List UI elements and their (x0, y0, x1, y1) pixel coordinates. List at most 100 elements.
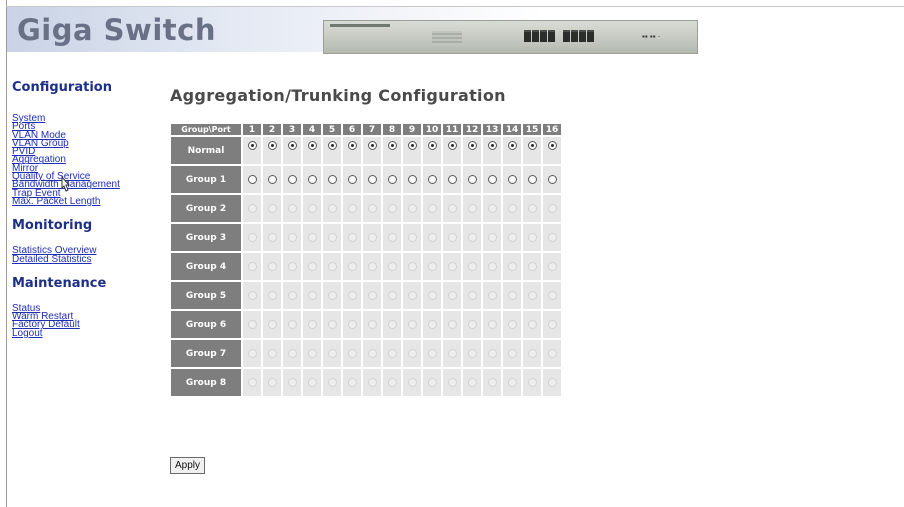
port-radio[interactable] (387, 141, 397, 150)
row-label: Group 3 (171, 224, 241, 251)
grid-cell (463, 369, 481, 396)
grid-cell (403, 311, 421, 338)
port-radio (487, 348, 497, 358)
grid-cell (483, 282, 501, 309)
port-radio (247, 319, 257, 329)
grid-cell (383, 282, 401, 309)
grid-cell (443, 224, 461, 251)
grid-cell (343, 166, 361, 193)
port-radio[interactable] (487, 174, 497, 184)
grid-cell (443, 195, 461, 222)
port-header-7: 7 (363, 124, 381, 135)
sidebar-item-logout[interactable]: Logout (12, 328, 162, 338)
port-radio[interactable] (327, 174, 337, 184)
grid-cell (523, 224, 541, 251)
port-header-10: 10 (423, 124, 441, 135)
port-radio[interactable] (267, 141, 277, 150)
port-radio (547, 261, 557, 271)
grid-cell (443, 311, 461, 338)
nav-section-configuration: Configuration (12, 80, 112, 95)
sidebar-item-detailed-statistics[interactable]: Detailed Statistics (12, 254, 162, 264)
port-radio[interactable] (247, 174, 257, 184)
grid-cell (403, 224, 421, 251)
port-radio (507, 348, 517, 358)
grid-cell (483, 224, 501, 251)
port-radio[interactable] (527, 141, 537, 150)
port-radio[interactable] (347, 141, 357, 150)
port-radio (407, 290, 417, 300)
frame-border-top (6, 6, 904, 7)
grid-cell (543, 224, 561, 251)
port-header-2: 2 (263, 124, 281, 135)
grid-cell (303, 137, 321, 164)
grid-cell (363, 195, 381, 222)
port-radio[interactable] (547, 141, 557, 150)
grid-cell (463, 253, 481, 280)
port-radio[interactable] (327, 141, 337, 150)
port-radio[interactable] (367, 174, 377, 184)
table-row: Group 6 (171, 311, 561, 338)
row-label: Group 5 (171, 282, 241, 309)
sidebar-item-max-packet-length[interactable]: Max. Packet Length (12, 196, 162, 206)
grid-cell (543, 282, 561, 309)
port-radio (507, 232, 517, 242)
port-radio[interactable] (547, 174, 557, 184)
port-radio (267, 232, 277, 242)
port-radio[interactable] (387, 174, 397, 184)
port-radio[interactable] (287, 174, 297, 184)
port-radio[interactable] (347, 174, 357, 184)
port-radio (407, 348, 417, 358)
port-radio[interactable] (407, 174, 417, 184)
grid-cell (243, 137, 261, 164)
port-radio[interactable] (287, 141, 297, 150)
port-radio (547, 290, 557, 300)
port-radio (327, 319, 337, 329)
port-radio (287, 232, 297, 242)
grid-cell (443, 369, 461, 396)
grid-cell (543, 166, 561, 193)
grid-cell (483, 369, 501, 396)
port-radio[interactable] (307, 141, 317, 150)
grid-cell (363, 369, 381, 396)
port-radio (367, 348, 377, 358)
apply-button[interactable]: Apply (170, 457, 206, 474)
port-radio[interactable] (507, 174, 517, 184)
grid-cell (443, 282, 461, 309)
port-radio[interactable] (267, 174, 277, 184)
port-radio[interactable] (507, 141, 517, 150)
grid-cell (343, 282, 361, 309)
port-radio[interactable] (247, 141, 257, 150)
port-radio[interactable] (467, 141, 477, 150)
port-radio[interactable] (367, 141, 377, 150)
port-radio (547, 203, 557, 213)
grid-cell (303, 340, 321, 367)
grid-cell (503, 369, 521, 396)
port-radio (367, 232, 377, 242)
port-radio (507, 319, 517, 329)
port-radio[interactable] (447, 141, 457, 150)
row-label: Normal (171, 137, 241, 164)
row-label: Group 8 (171, 369, 241, 396)
port-radio[interactable] (487, 141, 497, 150)
port-header-11: 11 (443, 124, 461, 135)
port-radio[interactable] (447, 174, 457, 184)
grid-cell (303, 195, 321, 222)
mouse-pointer-icon (61, 176, 71, 192)
port-radio[interactable] (427, 174, 437, 184)
table-row: Group 4 (171, 253, 561, 280)
device-vent (432, 31, 462, 45)
port-radio[interactable] (467, 174, 477, 184)
port-radio[interactable] (307, 174, 317, 184)
port-radio[interactable] (427, 141, 437, 150)
port-radio (487, 290, 497, 300)
port-radio (267, 261, 277, 271)
port-radio[interactable] (527, 174, 537, 184)
table-row: Normal (171, 137, 561, 164)
grid-cell (423, 195, 441, 222)
grid-cell (323, 137, 341, 164)
port-radio (327, 261, 337, 271)
port-radio (347, 377, 357, 387)
port-header-4: 4 (303, 124, 321, 135)
port-radio (547, 319, 557, 329)
port-radio[interactable] (407, 141, 417, 150)
